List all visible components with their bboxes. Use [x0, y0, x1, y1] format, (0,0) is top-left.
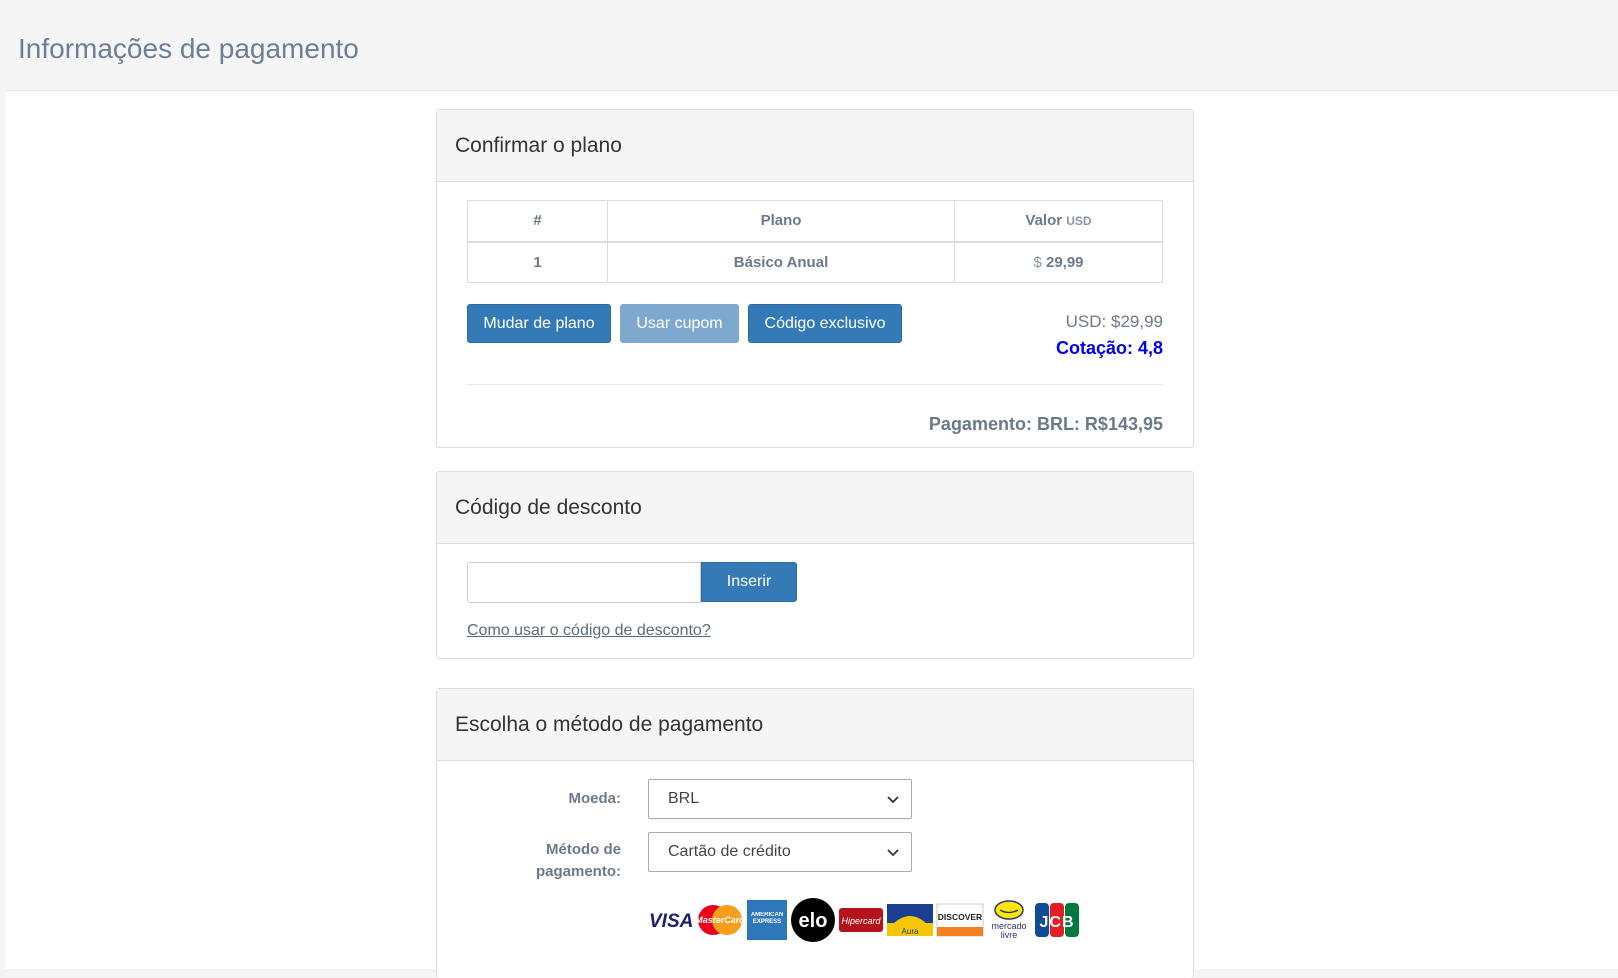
confirm-plan-panel: Confirmar o plano # Plano Valor USD 1 Bá…	[436, 109, 1194, 448]
mercadolivre-logo-icon: mercado livre	[991, 900, 1027, 940]
page-header: Informações de pagamento	[0, 0, 1618, 90]
amex-logo-icon: AMERICAN EXPRESS	[747, 900, 787, 940]
mercadolivre-logo-text-2: livre	[1001, 930, 1018, 940]
row-value: $ 29,99	[954, 241, 1163, 283]
exchange-rate: Cotação: 4,8	[1055, 338, 1163, 358]
col-value-header: Valor USD	[954, 200, 1163, 243]
col-value-unit: USD	[1066, 214, 1092, 229]
amex-logo-text: AMERICAN EXPRESS	[750, 912, 784, 925]
discount-panel: Código de desconto Inserir Como usar o c…	[436, 471, 1194, 659]
content-area: Confirmar o plano # Plano Valor USD 1 Bá…	[5, 90, 1618, 978]
payment-method-selected-value: Cartão de crédito	[668, 843, 791, 860]
discover-logo-icon: DISCOVER	[936, 903, 984, 937]
payment-total: Pagamento: BRL: R$143,95	[928, 414, 1163, 434]
row-number: 1	[467, 241, 608, 283]
mastercard-logo-icon: MasterCard	[696, 905, 744, 935]
discover-logo-text: DISCOVER	[938, 912, 982, 922]
row-plan-name: Básico Anual	[607, 241, 955, 283]
currency-label: Moeda:	[568, 790, 622, 807]
jcb-logo-icon: JCB	[1035, 903, 1079, 937]
currency-select[interactable]: BRL	[648, 779, 912, 819]
plan-table-header-row: # Plano Valor USD	[467, 200, 1163, 243]
payment-method-heading: Escolha o método de pagamento	[437, 689, 1193, 761]
payment-method-label-line2: pagamento:	[535, 863, 621, 880]
mastercard-logo-text: MasterCard	[696, 915, 744, 925]
payment-method-label: Método de pagamento:	[461, 839, 621, 883]
discount-heading: Código de desconto	[437, 472, 1193, 544]
exclusive-code-button[interactable]: Código exclusivo	[748, 304, 902, 343]
discount-code-input[interactable]	[467, 562, 701, 603]
visa-logo-text: VISA	[649, 911, 693, 932]
usd-total: USD: $29,99	[1065, 312, 1163, 331]
card-brands: VISA MasterCard AMERICAN EXPRESS elo Hip…	[648, 897, 1080, 943]
aura-logo-icon: Aura	[887, 904, 933, 936]
chevron-down-icon	[887, 796, 899, 804]
change-plan-button[interactable]: Mudar de plano	[467, 304, 611, 343]
discount-help-link[interactable]: Como usar o código de desconto?	[467, 622, 711, 640]
jcb-logo-text: JCB	[1039, 914, 1074, 931]
payment-method-panel: Escolha o método de pagamento Moeda: BRL…	[436, 688, 1194, 978]
divider	[467, 384, 1163, 385]
row-currency-symbol: $	[1033, 253, 1042, 271]
elo-logo-text: elo	[799, 910, 828, 932]
payment-method-label-line1: Método de	[546, 841, 621, 858]
chevron-down-icon	[887, 849, 899, 857]
visa-logo-icon: VISA	[649, 911, 693, 932]
col-value-label: Valor	[1025, 212, 1063, 230]
hipercard-logo-text: Hipercard	[841, 916, 881, 926]
row-value-amount: 29,99	[1045, 253, 1084, 271]
plan-table: # Plano Valor USD 1 Básico Anual $ 29,99	[467, 200, 1163, 283]
insert-button[interactable]: Inserir	[701, 562, 797, 602]
col-plan-header: Plano	[607, 200, 955, 243]
page-title: Informações de pagamento	[18, 33, 359, 64]
table-row: 1 Básico Anual $ 29,99	[467, 241, 1163, 283]
payment-method-select[interactable]: Cartão de crédito	[648, 832, 912, 872]
hipercard-logo-icon: Hipercard	[839, 908, 883, 932]
confirm-plan-heading: Confirmar o plano	[437, 110, 1193, 182]
use-coupon-button[interactable]: Usar cupom	[620, 304, 739, 343]
elo-logo-icon: elo	[791, 898, 835, 942]
aura-logo-text: Aura	[902, 927, 919, 936]
col-number-header: #	[467, 200, 608, 243]
currency-selected-value: BRL	[668, 790, 700, 807]
